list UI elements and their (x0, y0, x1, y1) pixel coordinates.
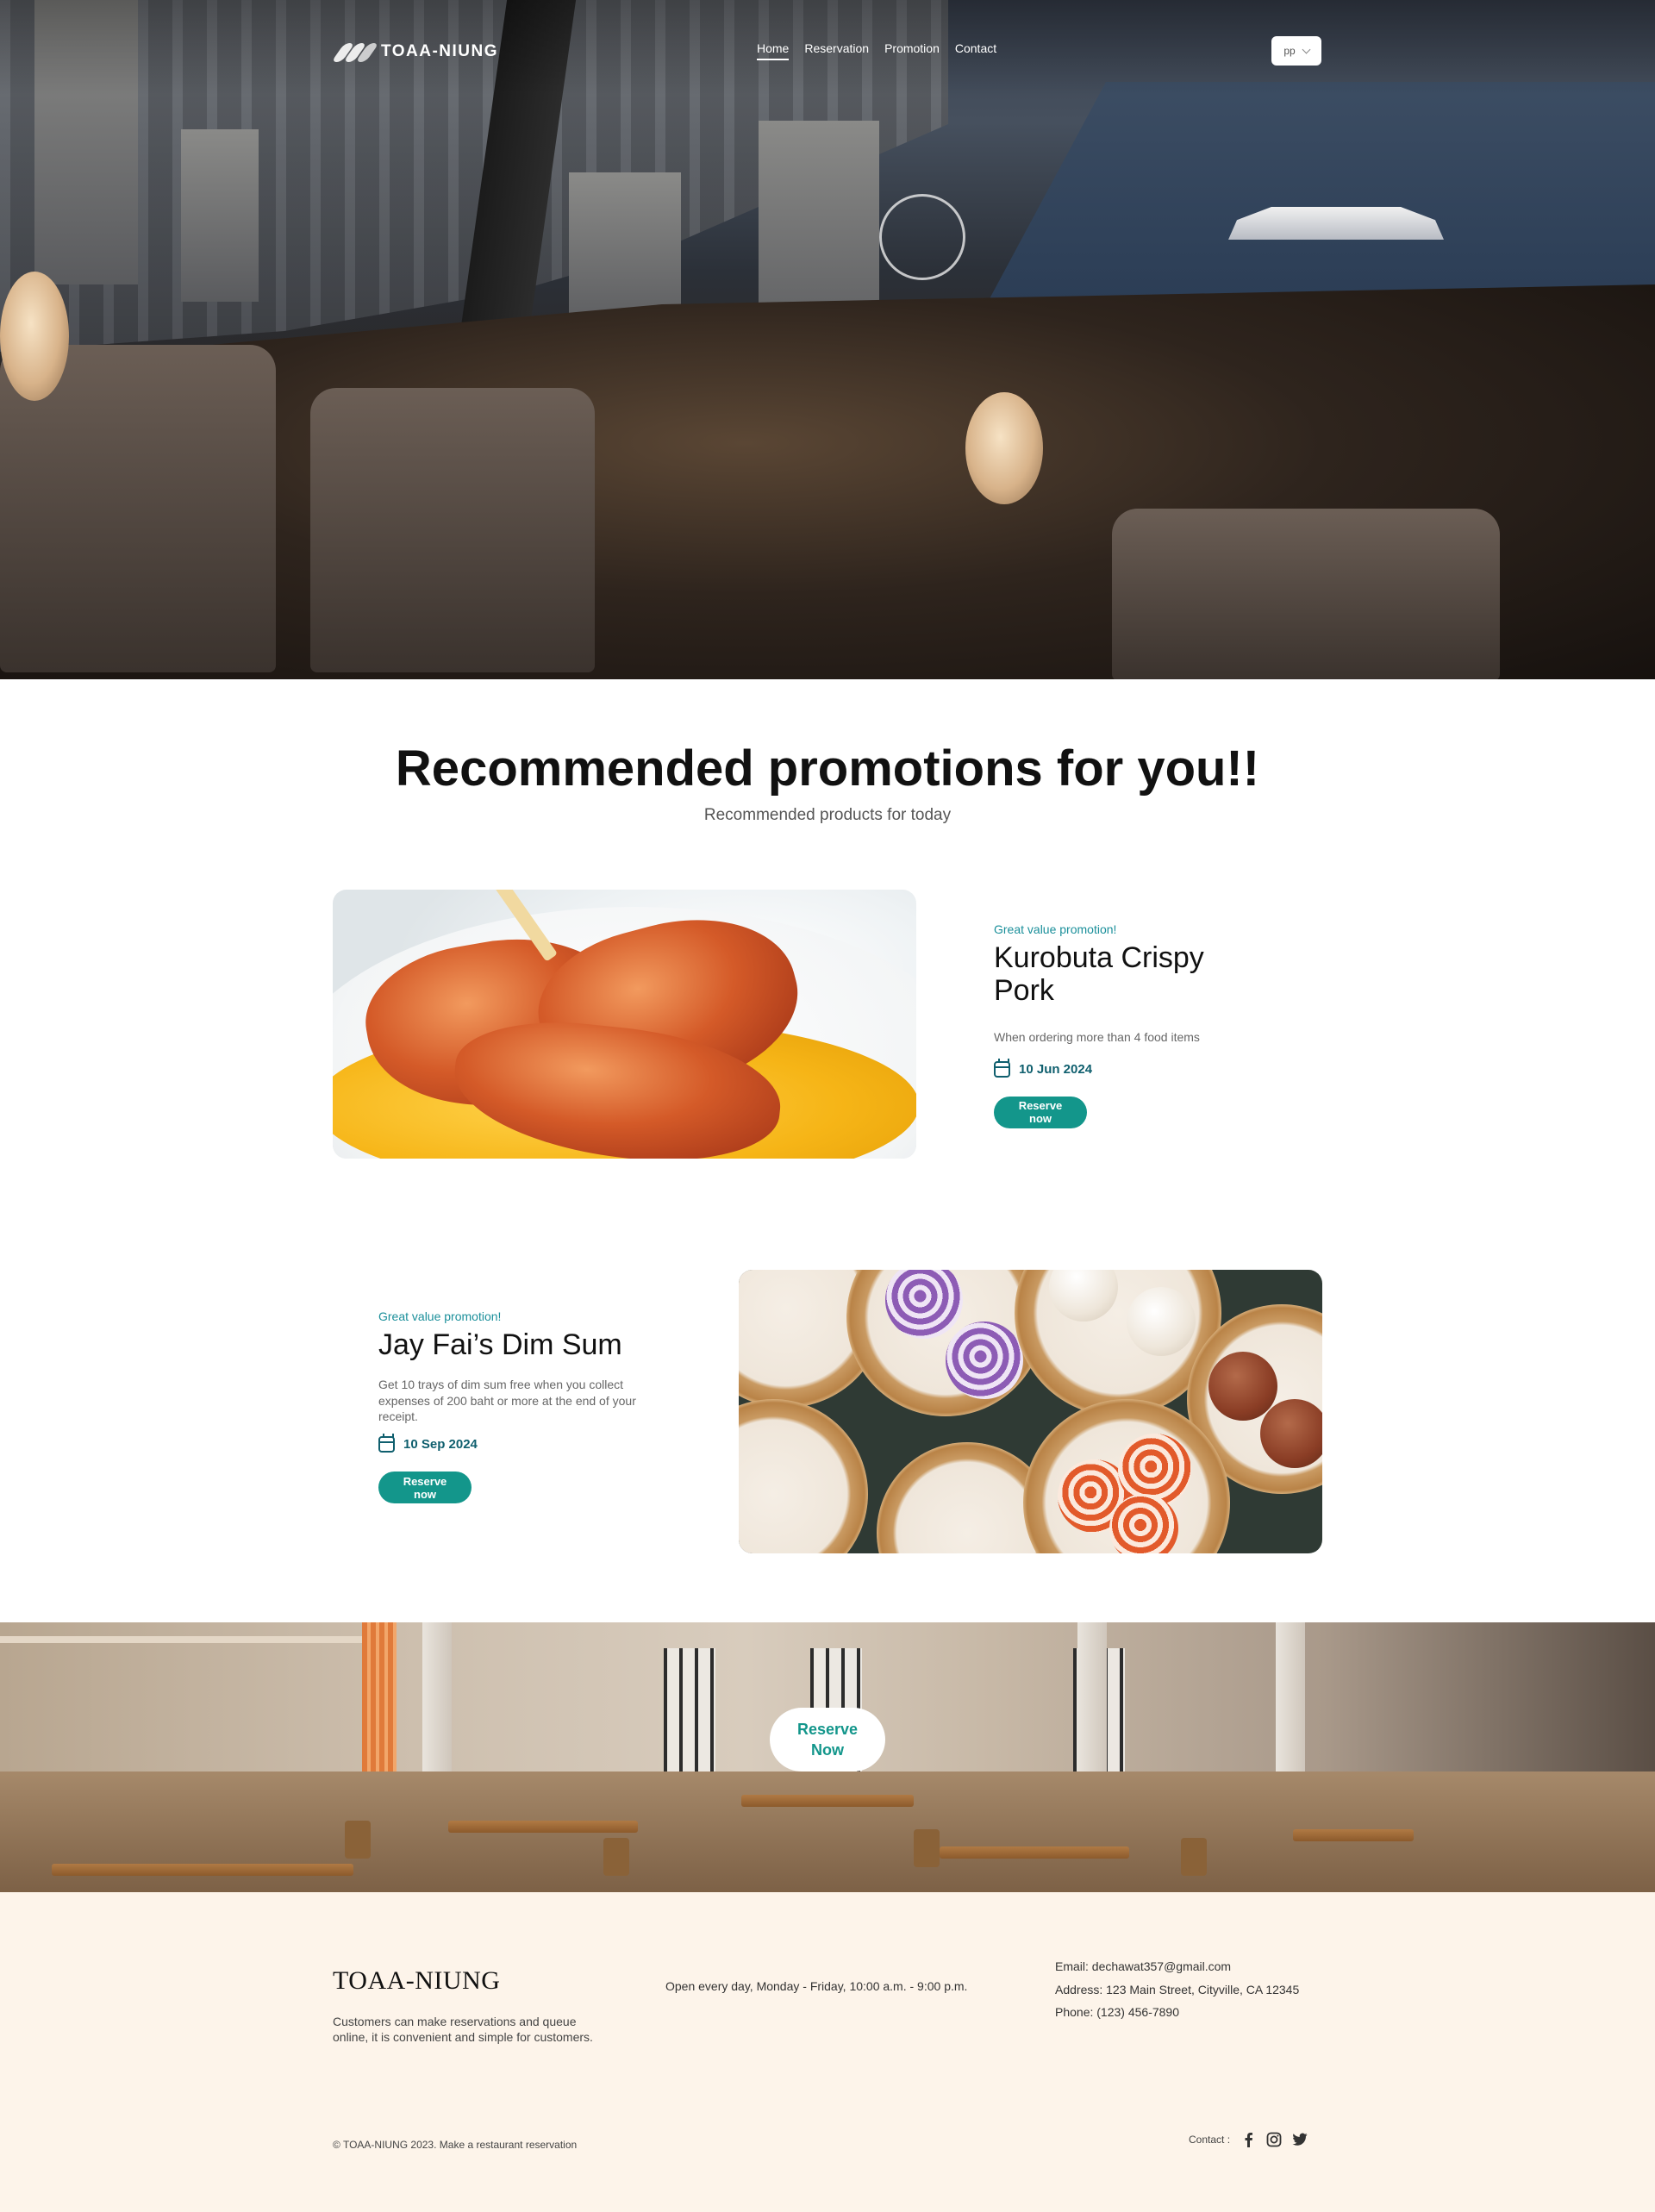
promo-date: 10 Sep 2024 (378, 1434, 671, 1453)
instagram-icon[interactable] (1266, 2132, 1282, 2147)
logo-mark-icon (331, 40, 379, 64)
footer-phone[interactable]: Phone: (123) 456-7890 (1055, 2001, 1299, 2024)
nav-contact[interactable]: Contact (955, 41, 996, 60)
promo-description: When ordering more than 4 food items (994, 1030, 1200, 1045)
promo-description: Get 10 trays of dim sum free when you co… (378, 1378, 636, 1424)
footer-about: Customers can make reservations and queu… (333, 2015, 593, 2045)
promo-date: 10 Jun 2024 (994, 1058, 1252, 1078)
twitter-icon[interactable] (1292, 2132, 1308, 2147)
calendar-icon (994, 1058, 1010, 1078)
hero-banner (0, 0, 1655, 679)
promo-title: Jay Fai’s Dim Sum (378, 1328, 622, 1361)
facebook-icon[interactable] (1240, 2132, 1256, 2147)
reserve-pill-line1: Reserve (796, 1720, 859, 1738)
promo-image-kurobuta (333, 890, 916, 1159)
reserve-now-button[interactable]: Reserve now (378, 1472, 472, 1504)
footer-brand: TOAA-NIUNG (333, 1966, 501, 1995)
brand-logo[interactable]: TOAA-NIUNG (331, 38, 499, 66)
footer-hours: Open every day, Monday - Friday, 10:00 a… (665, 1979, 968, 1993)
reserve-pill-line2: Now (811, 1741, 844, 1759)
promo-date-text: 10 Sep 2024 (403, 1437, 478, 1453)
footer-copyright: © TOAA-NIUNG 2023. Make a restaurant res… (333, 2139, 578, 2151)
promo-date-text: 10 Jun 2024 (1019, 1061, 1093, 1077)
promo-card-dimsum: Great value promotion! Jay Fai’s Dim Sum… (378, 1309, 671, 1504)
chevron-down-icon (1302, 45, 1311, 53)
nav-promotion[interactable]: Promotion (884, 41, 940, 60)
footer-contact-label: Contact : (1189, 2134, 1231, 2146)
footer: TOAA-NIUNG Customers can make reservatio… (0, 1892, 1655, 2212)
hero-shade (0, 0, 1655, 679)
promo-image-dimsum (739, 1270, 1322, 1553)
footer-contact-info: Email: dechawat357@gmail.com Address: 12… (1055, 1955, 1299, 2024)
promo-tag: Great value promotion! (378, 1309, 502, 1323)
promo-tag: Great value promotion! (994, 922, 1117, 936)
section-subtitle: Recommended products for today (703, 806, 952, 824)
footer-email[interactable]: Email: dechawat357@gmail.com (1055, 1955, 1299, 1978)
promo-card-kurobuta: Great value promotion! Kurobuta Crispy P… (994, 922, 1252, 1128)
promo-title: Kurobuta Crispy Pork (994, 941, 1204, 1008)
calendar-icon (378, 1434, 395, 1453)
footer-social: Contact : (1189, 2132, 1308, 2147)
logo-text: TOAA-NIUNG (381, 42, 499, 60)
reserve-now-button[interactable]: Reserve now (994, 1096, 1087, 1128)
language-value: pp (1283, 45, 1296, 57)
language-select[interactable]: pp (1271, 36, 1321, 66)
nav-home[interactable]: Home (757, 41, 790, 60)
footer-address: Address: 123 Main Street, Cityville, CA … (1055, 1982, 1300, 1996)
reserve-now-banner-button[interactable]: Reserve Now (770, 1708, 885, 1771)
nav-reservation[interactable]: Reservation (804, 41, 869, 60)
section-title: Recommended promotions for you!! (395, 740, 1260, 797)
main-nav: Home Reservation Promotion Contact (757, 41, 996, 60)
